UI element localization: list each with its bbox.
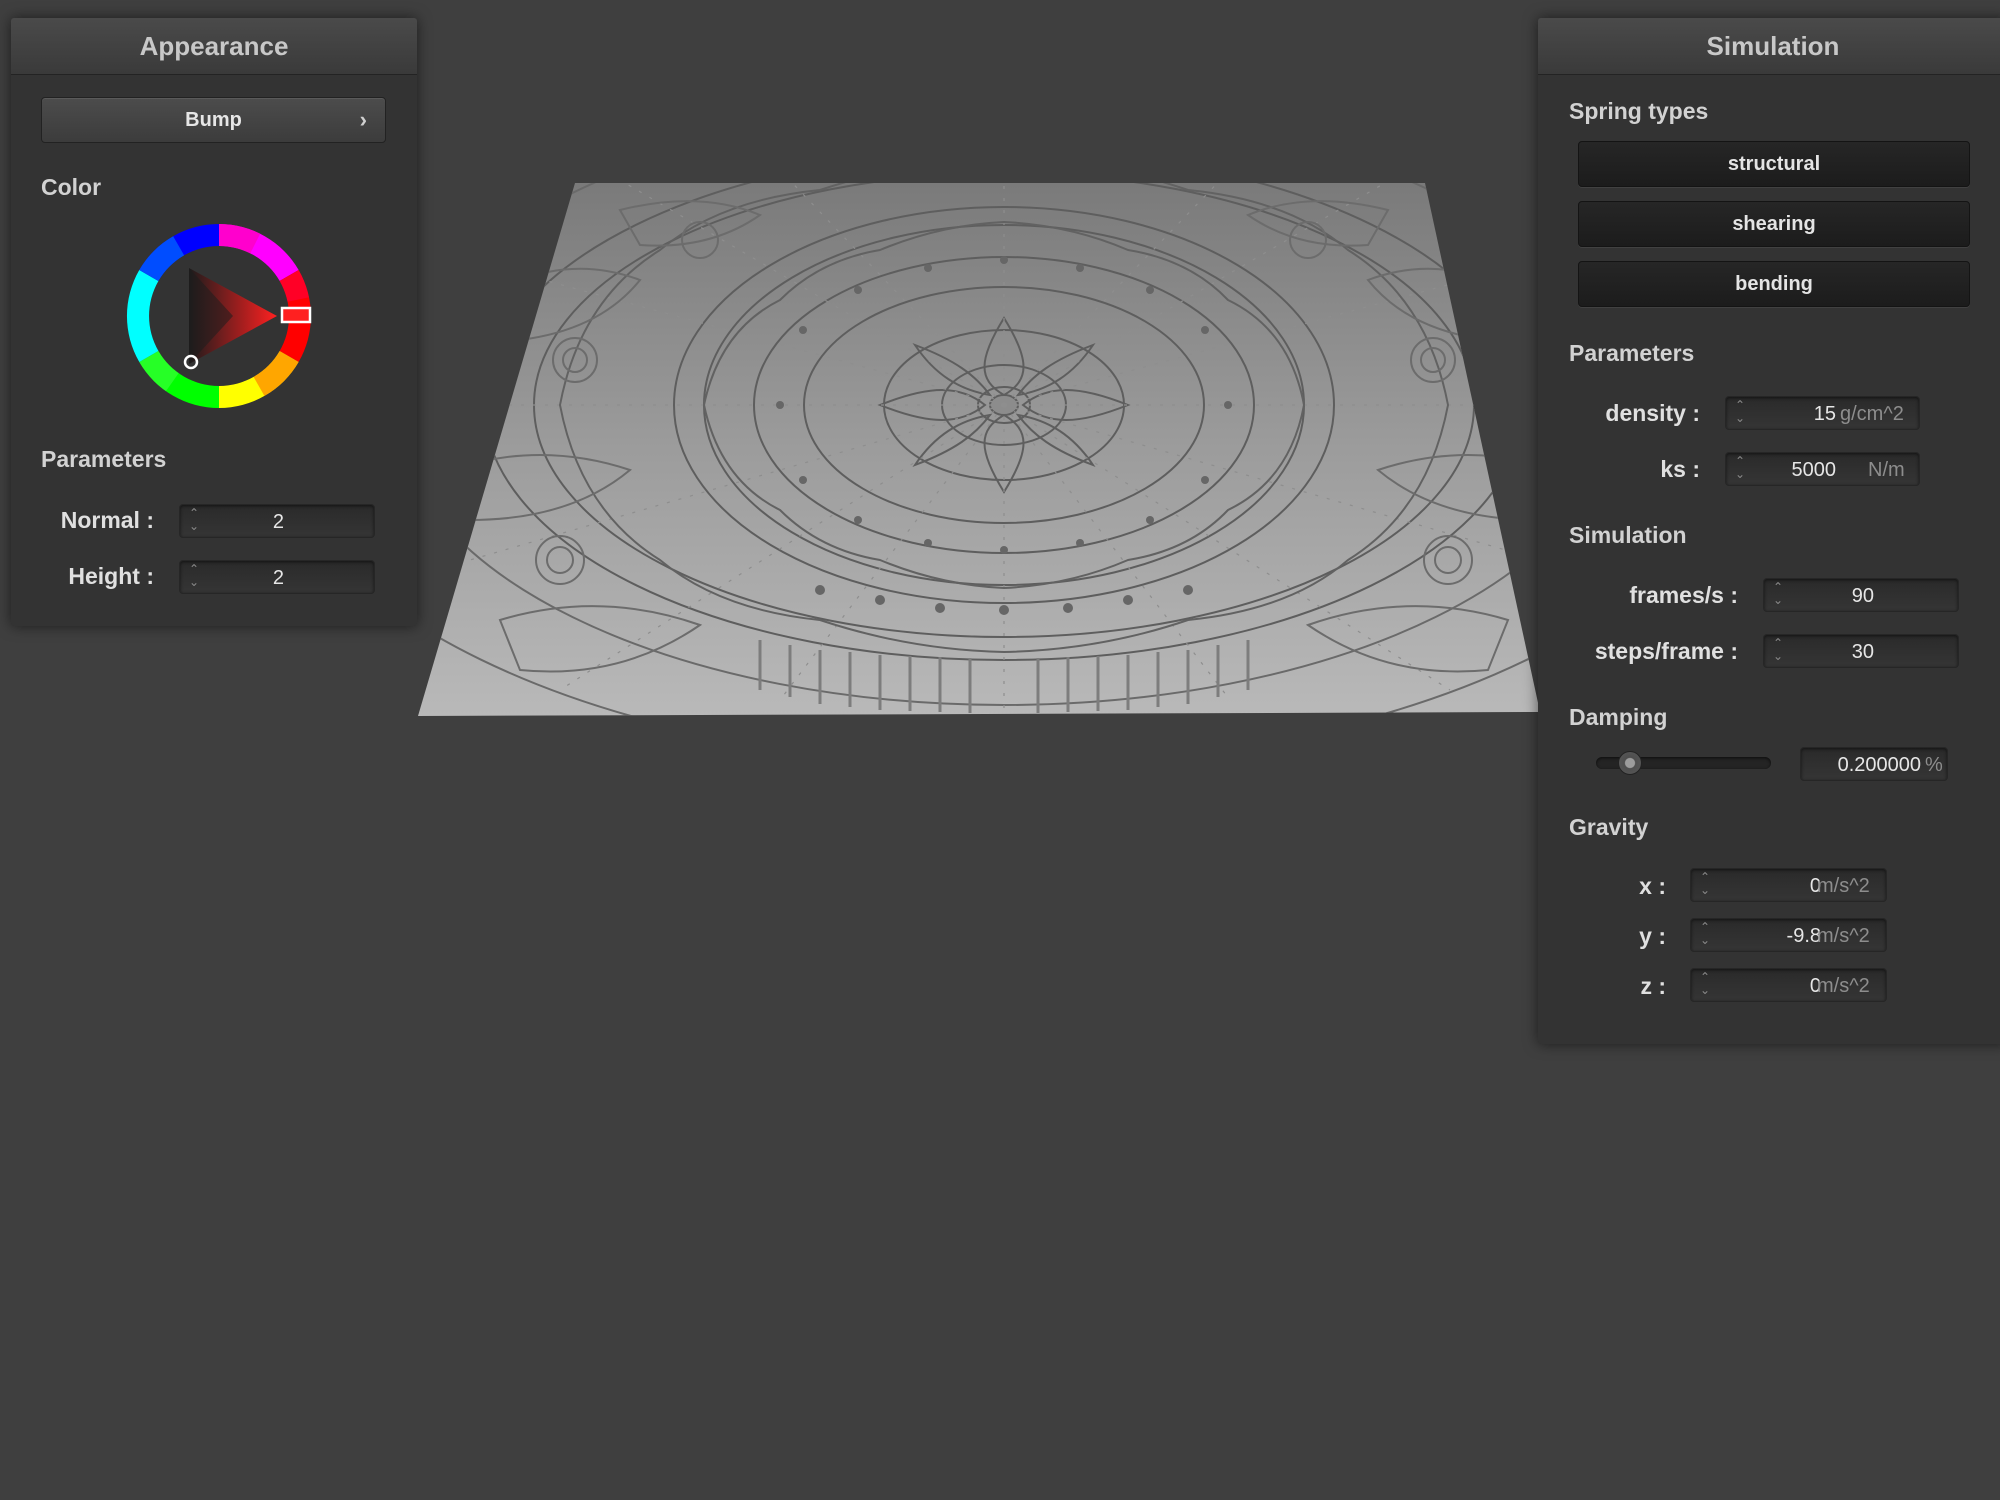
gravity-y-label: y : <box>1639 923 1666 949</box>
damping-slider-thumb[interactable] <box>1618 751 1642 775</box>
spinner-arrows-icon[interactable]: ⌃ ⌄ <box>1734 399 1746 429</box>
shader-dropdown-value: Bump <box>185 109 242 131</box>
shearing-button[interactable]: shearing <box>1578 201 1970 247</box>
height-label: Height : <box>68 563 154 589</box>
color-wheel[interactable] <box>119 216 319 416</box>
structural-button[interactable]: structural <box>1578 141 1970 187</box>
density-value: 15 <box>1813 403 1836 425</box>
appearance-title: Appearance <box>11 18 417 75</box>
spinner-arrows-icon[interactable]: ⌃ ⌄ <box>1699 921 1711 951</box>
gravity-z-unit: m/s^2 <box>1817 975 1870 997</box>
spinner-arrows-icon[interactable]: ⌃ ⌄ <box>1699 971 1711 1001</box>
damping-slider[interactable] <box>1596 751 1771 775</box>
gravity-z-input[interactable]: ⌃ ⌄ 0 m/s^2 <box>1690 968 1887 1002</box>
density-label: density : <box>1605 400 1700 426</box>
density-unit: g/cm^2 <box>1840 403 1904 425</box>
simulation-title: Simulation <box>1538 18 2000 75</box>
damping-unit: % <box>1925 754 1943 776</box>
gravity-x-unit: m/s^2 <box>1817 875 1870 897</box>
normal-label: Normal : <box>60 507 154 533</box>
normal-input[interactable]: ⌃ ⌄ 2 <box>179 504 375 538</box>
damping-value: 0.200000 <box>1837 754 1921 776</box>
damping-input[interactable]: 0.200000 % <box>1800 747 1948 781</box>
normal-value: 2 <box>272 511 284 533</box>
damping-label: Damping <box>1569 704 1668 730</box>
steps-per-frame-input[interactable]: ⌃ ⌄ 30 <box>1763 634 1959 668</box>
simulation-parameters-label: Parameters <box>1569 340 1695 366</box>
ks-label: ks : <box>1660 456 1700 482</box>
gravity-x-value: 0 <box>1809 875 1821 897</box>
appearance-parameters-label: Parameters <box>41 446 167 472</box>
simulation-section-label: Simulation <box>1569 522 1687 548</box>
gravity-y-unit: m/s^2 <box>1817 925 1870 947</box>
ks-value: 5000 <box>1791 459 1837 481</box>
gravity-x-input[interactable]: ⌃ ⌄ 0 m/s^2 <box>1690 868 1887 902</box>
density-input[interactable]: ⌃ ⌄ 15 g/cm^2 <box>1725 396 1920 430</box>
ks-unit: N/m <box>1868 459 1905 481</box>
gravity-y-input[interactable]: ⌃ ⌄ -9.8 m/s^2 <box>1690 918 1887 952</box>
height-input[interactable]: ⌃ ⌄ 2 <box>179 560 375 594</box>
frames-per-s-label: frames/s : <box>1629 582 1738 608</box>
gravity-z-value: 0 <box>1809 975 1821 997</box>
gravity-z-label: z : <box>1640 973 1666 999</box>
frames-per-s-value: 90 <box>1851 585 1874 607</box>
steps-per-frame-value: 30 <box>1851 641 1874 663</box>
frames-per-s-input[interactable]: ⌃ ⌄ 90 <box>1763 578 1959 612</box>
gravity-x-label: x : <box>1639 873 1666 899</box>
spring-types-label: Spring types <box>1569 98 1709 124</box>
bending-button[interactable]: bending <box>1578 261 1970 307</box>
spinner-arrows-icon[interactable]: ⌃ ⌄ <box>1734 455 1746 485</box>
color-label: Color <box>41 174 102 200</box>
gravity-label: Gravity <box>1569 814 1649 840</box>
hue-handle <box>280 306 312 324</box>
gravity-y-value: -9.8 <box>1786 925 1821 947</box>
spinner-arrows-icon[interactable]: ⌃ ⌄ <box>1699 871 1711 901</box>
steps-per-frame-label: steps/frame : <box>1594 638 1738 664</box>
ks-input[interactable]: ⌃ ⌄ 5000 N/m <box>1725 452 1920 486</box>
shader-dropdown[interactable]: Bump › <box>41 97 386 143</box>
height-value: 2 <box>272 567 284 589</box>
chevron-right-icon: › <box>359 107 367 132</box>
